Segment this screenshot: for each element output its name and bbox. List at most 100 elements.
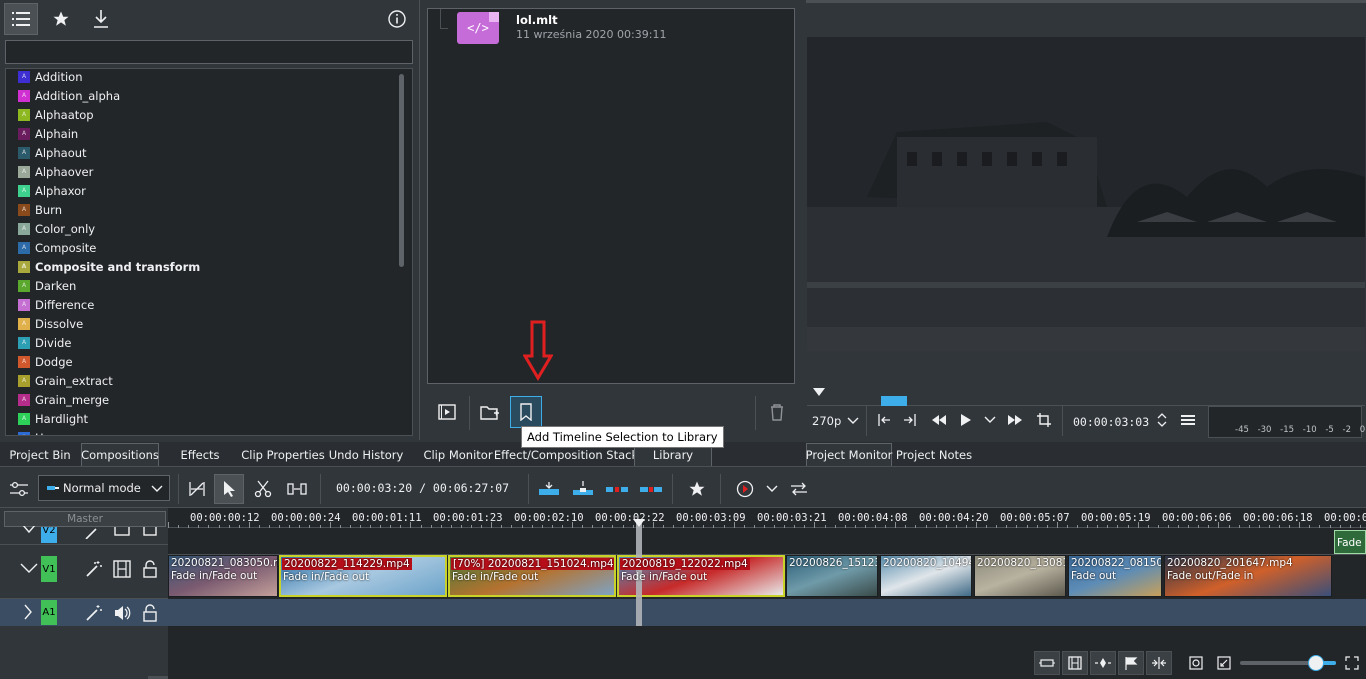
library-content[interactable]: </> lol.mlt 11 września 2020 00:39:11 [427, 8, 795, 384]
add-timeline-selection-button[interactable] [510, 396, 542, 428]
timeline-ruler[interactable]: 00:00:00:12 00:00:00:24 00:00:01:11 00:00:0… [168, 508, 1366, 528]
tab-clip-properties[interactable]: Clip Properties [241, 443, 325, 466]
add-clip-button[interactable] [433, 398, 461, 426]
tab-undo-history[interactable]: Undo History [328, 443, 404, 466]
zoom-out-button[interactable] [1212, 651, 1236, 675]
compositions-list[interactable]: A Addition A Addition_alpha A Alphaatop A Alpha… [5, 68, 413, 436]
v1-effects-button[interactable] [84, 559, 104, 579]
list-scrollbar[interactable] [399, 74, 404, 267]
set-zone-in-button[interactable] [874, 410, 894, 430]
tab-project-monitor[interactable]: Project Monitor [806, 443, 892, 466]
razor-tool-button[interactable] [250, 476, 276, 502]
list-item[interactable]: A Divide [18, 333, 71, 352]
v2-effect-icon[interactable] [84, 527, 100, 539]
tab-clip-monitor[interactable]: Clip Monitor [422, 443, 494, 466]
list-item[interactable]: A Alphain [18, 124, 78, 143]
list-item[interactable]: A Grain_extract [18, 371, 113, 390]
switch-monitor-button[interactable] [786, 476, 812, 502]
extract-button[interactable] [638, 476, 664, 502]
zone-marker[interactable] [881, 396, 907, 406]
fit-zoom-button[interactable] [1034, 651, 1060, 675]
lift-button[interactable] [604, 476, 630, 502]
show-keyframes-button[interactable] [1090, 651, 1116, 675]
download-button[interactable] [86, 3, 116, 35]
list-item[interactable]: A Alphaatop [18, 105, 94, 124]
track-label-v1[interactable]: V1 [41, 556, 57, 582]
list-item[interactable]: A Color_only [18, 219, 95, 238]
tab-project-bin[interactable]: Project Bin [4, 443, 76, 466]
overwrite-button[interactable] [570, 476, 596, 502]
add-folder-button[interactable] [476, 398, 504, 426]
monitor-menu-button[interactable] [1178, 410, 1198, 430]
timeline-clip[interactable]: 20200819_122022.mp4 Fade in/Fade out [617, 555, 785, 597]
a1-expand-button[interactable] [20, 603, 36, 621]
preview-render-button[interactable] [732, 476, 758, 502]
timeline-clip[interactable]: 20200822_114229.mp4 Fade in/Fade out [279, 555, 447, 597]
rewind-button[interactable] [928, 410, 950, 430]
v2-composition-clip[interactable]: Fade [1334, 530, 1366, 554]
monitor-video-view[interactable] [807, 37, 1365, 351]
slip-tool-button[interactable] [284, 476, 310, 502]
search-input[interactable] [5, 40, 413, 64]
timeline-clip[interactable]: [70%] 20200821_151024.mp4 Fade in/Fade ou… [448, 555, 616, 597]
v1-hide-button[interactable] [112, 559, 132, 579]
list-item[interactable]: A Darken [18, 276, 76, 295]
track-label-a1[interactable]: A1 [41, 600, 57, 625]
tab-compositions[interactable]: Compositions [81, 443, 159, 466]
playhead-marker[interactable] [633, 519, 645, 527]
zoom-in-button[interactable] [1340, 651, 1364, 675]
v1-collapse-button[interactable] [18, 560, 40, 576]
a1-effects-button[interactable] [84, 603, 104, 623]
list-item[interactable]: A Hardlight [18, 409, 88, 428]
list-item[interactable]: A Alphaout [18, 143, 87, 162]
info-button[interactable] [384, 6, 410, 32]
library-file-name[interactable]: lol.mlt [516, 13, 558, 27]
play-options-button[interactable] [982, 412, 998, 428]
timecode-spinner[interactable] [1155, 409, 1169, 431]
list-item[interactable]: A Dodge [18, 352, 73, 371]
edit-mode-select[interactable]: Normal mode [38, 475, 170, 501]
list-item[interactable]: A Hue [18, 428, 58, 435]
timeline-clip[interactable]: 20200820_130816 [974, 555, 1066, 597]
v2-hide-button[interactable] [114, 527, 130, 539]
show-markers-button[interactable] [1118, 651, 1144, 675]
favorite-effects-button[interactable] [684, 476, 710, 502]
zoom-fit-button[interactable] [1184, 651, 1208, 675]
v2-collapse-button[interactable] [20, 526, 38, 538]
tab-project-notes[interactable]: Project Notes [896, 443, 972, 466]
selection-tool-button[interactable] [214, 474, 244, 504]
spacer-tool-button[interactable] [184, 476, 210, 502]
timeline-clip[interactable]: 20200820_104947 [880, 555, 972, 597]
tab-effects[interactable]: Effects [172, 443, 228, 466]
render-options-button[interactable] [764, 480, 780, 498]
v2-lock-button[interactable] [142, 527, 158, 539]
crop-button[interactable] [1034, 410, 1054, 430]
a1-track-area[interactable] [168, 599, 1366, 626]
v1-lock-button[interactable] [140, 559, 160, 579]
list-item[interactable]: A Composite [18, 238, 96, 257]
list-item[interactable]: A Alphaover [18, 162, 93, 181]
monitor-playhead[interactable] [813, 388, 825, 396]
list-item[interactable]: A Grain_merge [18, 390, 109, 409]
show-thumbnails-button[interactable] [1062, 651, 1088, 675]
insert-button[interactable] [536, 476, 562, 502]
resolution-select[interactable]: 270p [812, 414, 860, 428]
forward-button[interactable] [1004, 410, 1026, 430]
list-item[interactable]: A Composite and transform [18, 257, 200, 276]
list-view-button[interactable] [4, 3, 38, 35]
monitor-timeline-ruler[interactable] [807, 388, 1365, 406]
mlt-file-icon[interactable]: </> [457, 12, 499, 44]
timeline-clip[interactable]: 20200826_151238 [786, 555, 878, 597]
monitor-timecode[interactable]: 00:00:03:03 [1073, 415, 1149, 429]
list-item[interactable]: A Burn [18, 200, 62, 219]
zoom-slider-handle[interactable] [1308, 655, 1324, 671]
delete-button[interactable] [763, 398, 791, 426]
list-item[interactable]: A Dissolve [18, 314, 83, 333]
a1-lock-button[interactable] [140, 603, 160, 623]
list-item[interactable]: A Difference [18, 295, 94, 314]
a1-mute-button[interactable] [112, 603, 132, 623]
play-button[interactable] [956, 410, 976, 430]
list-item[interactable]: A Addition [18, 69, 83, 86]
set-zone-out-button[interactable] [900, 410, 920, 430]
timeline-clip[interactable]: 20200821_083050.mp4Fade in/Fade out [168, 555, 278, 597]
